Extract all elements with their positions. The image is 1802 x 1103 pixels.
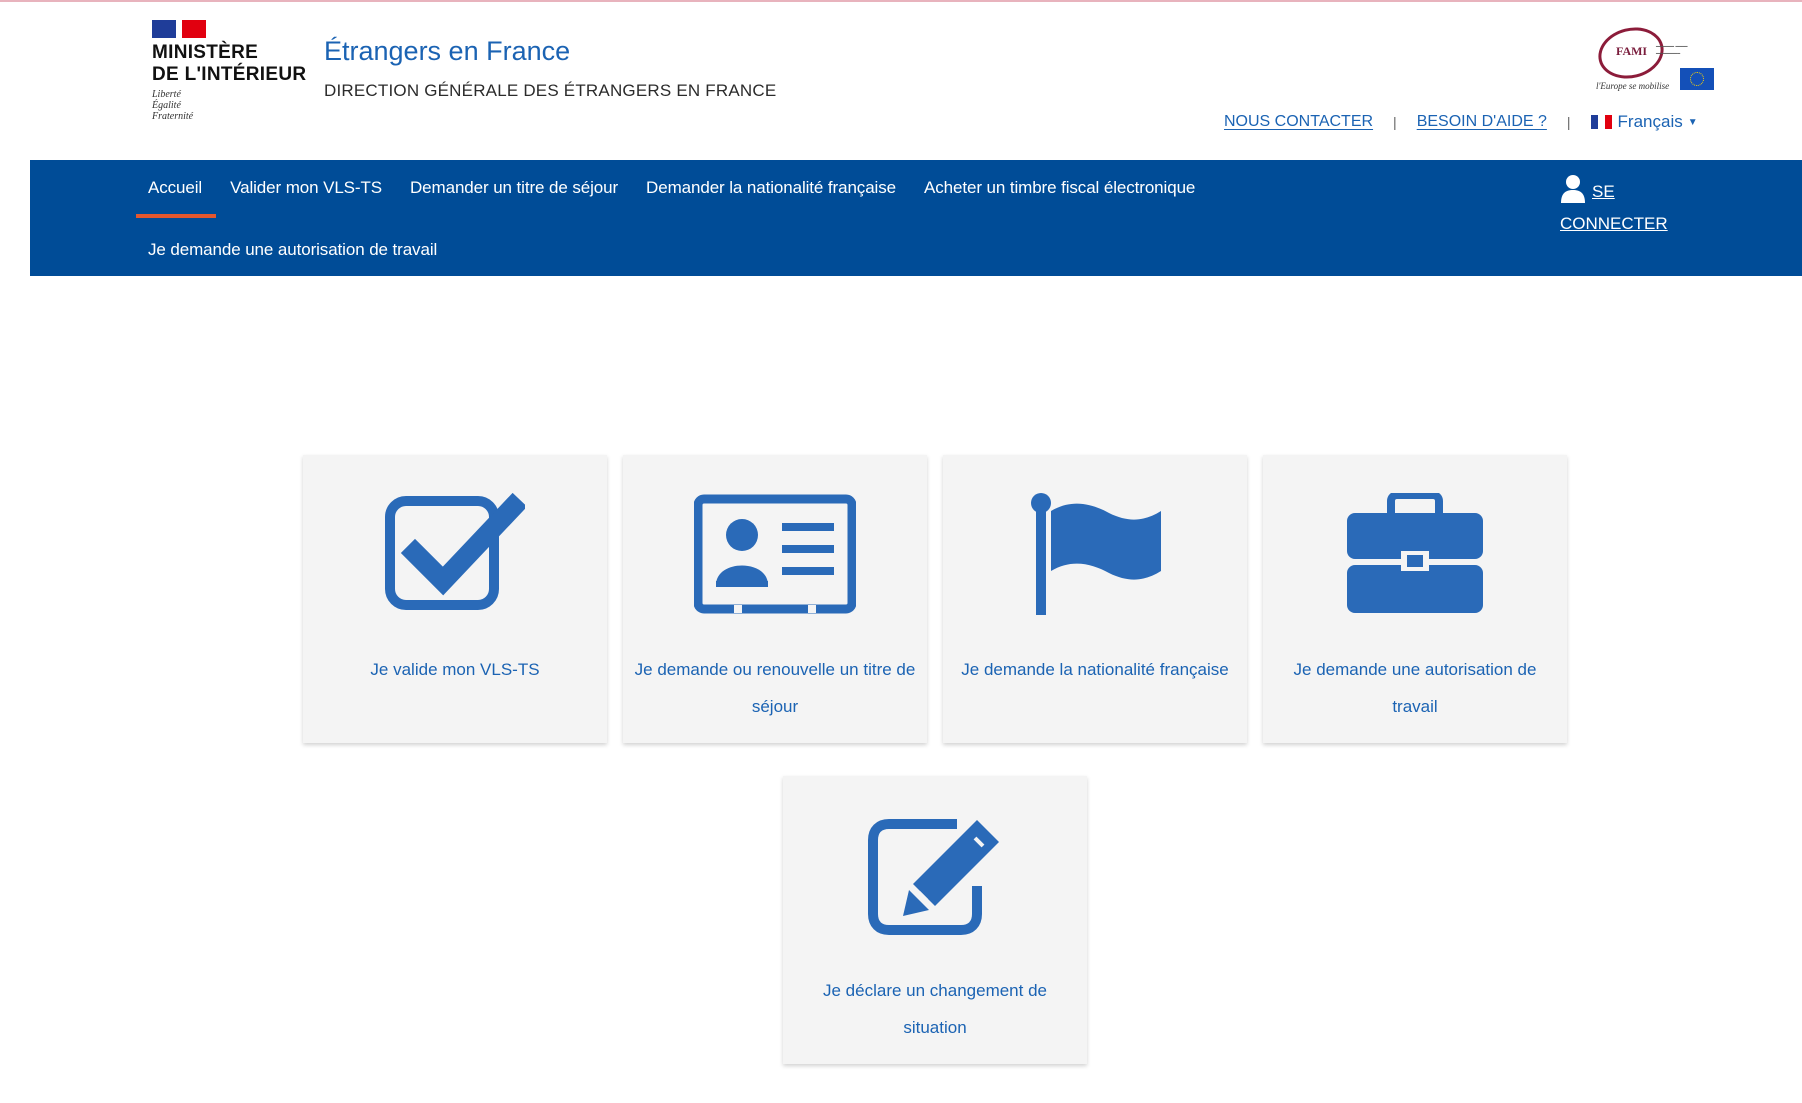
utility-links: NOUS CONTACTER | BESOIN D'AIDE ? | Franç… xyxy=(1224,112,1698,132)
tile-nationalite[interactable]: Je demande la nationalité française xyxy=(943,455,1247,743)
flag-icon xyxy=(1031,493,1161,615)
eu-flag-icon xyxy=(1680,68,1714,90)
site-subtitle: DIRECTION GÉNÉRALE DES ÉTRANGERS EN FRAN… xyxy=(324,81,777,100)
page: MINISTÈRE DE L'INTÉRIEUR Liberté Égalité… xyxy=(0,0,1802,1103)
tile-valider-vls-ts[interactable]: Je valide mon VLS-TS xyxy=(303,455,607,743)
nav-item-nationalite[interactable]: Demander la nationalité française xyxy=(646,178,896,198)
checkbox-icon xyxy=(385,493,525,610)
ministry-name: MINISTÈRE DE L'INTÉRIEUR xyxy=(152,42,307,85)
login-label-line2: CONNECTER xyxy=(1560,214,1668,233)
fami-small-text-icon: ━━━━━━ ━━━━ ━━━━━━━━ xyxy=(1656,44,1688,57)
site-title[interactable]: Étrangers en France xyxy=(324,36,570,67)
language-selector[interactable]: Français ▼ xyxy=(1590,112,1698,132)
nav-row-secondary: Je demande une autorisation de travail xyxy=(148,240,465,260)
help-link[interactable]: BESOIN D'AIDE ? xyxy=(1417,113,1547,131)
contact-link[interactable]: NOUS CONTACTER xyxy=(1224,113,1373,131)
separator: | xyxy=(1393,114,1397,130)
tile-label: Je demande une autorisation de travail xyxy=(1293,660,1537,716)
nav-item-titre-sejour[interactable]: Demander un titre de séjour xyxy=(410,178,618,198)
nav-item-accueil[interactable]: Accueil xyxy=(135,178,217,218)
fami-logo-text: FAMI xyxy=(1616,44,1648,58)
tile-titre-sejour[interactable]: Je demande ou renouvelle un titre de séj… xyxy=(623,455,927,743)
french-flag-icon xyxy=(1590,115,1612,129)
fami-eu-logo: FAMI ━━━━━━ ━━━━ ━━━━━━━━ l'Europe se mo… xyxy=(1592,20,1716,94)
tile-label: Je demande ou renouvelle un titre de séj… xyxy=(634,660,916,716)
id-card-icon xyxy=(694,494,856,614)
nav-item-timbre-fiscal[interactable]: Acheter un timbre fiscal électronique xyxy=(924,178,1195,198)
language-label: Français xyxy=(1617,112,1683,131)
login-label-line1: SE xyxy=(1592,182,1615,201)
separator: | xyxy=(1566,114,1571,130)
nav-item-valider-vls-ts[interactable]: Valider mon VLS-TS xyxy=(230,178,382,198)
tile-label: Je valide mon VLS-TS xyxy=(370,660,540,679)
main-navigation: Accueil Valider mon VLS-TS Demander un t… xyxy=(30,160,1802,276)
tile-label: Je demande la nationalité française xyxy=(961,660,1229,679)
ministry-logo[interactable]: MINISTÈRE DE L'INTÉRIEUR Liberté Égalité… xyxy=(152,20,306,122)
nav-row-primary: Accueil Valider mon VLS-TS Demander un t… xyxy=(135,178,1223,218)
briefcase-icon xyxy=(1347,493,1483,613)
fami-tagline: l'Europe se mobilise xyxy=(1596,81,1670,91)
republic-motto: Liberté Égalité Fraternité xyxy=(152,89,194,122)
tile-autorisation-travail[interactable]: Je demande une autorisation de travail xyxy=(1263,455,1567,743)
tile-label: Je déclare un changement de situation xyxy=(823,981,1047,1037)
site-header: MINISTÈRE DE L'INTÉRIEUR Liberté Égalité… xyxy=(0,2,1802,160)
caret-down-icon: ▼ xyxy=(1687,116,1698,128)
marianne-flag-icon xyxy=(152,20,306,38)
edit-icon xyxy=(868,819,999,935)
nav-item-autorisation-travail[interactable]: Je demande une autorisation de travail xyxy=(148,240,437,259)
tile-changement-situation[interactable]: Je déclare un changement de situation xyxy=(783,776,1087,1064)
user-icon xyxy=(1561,175,1585,203)
